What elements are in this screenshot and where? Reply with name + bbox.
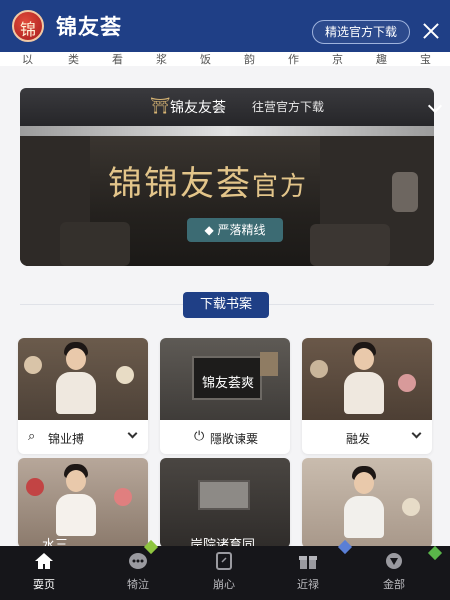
hero-header-bar[interactable]: ⛩ 锦友友荟 往营官方下载 [20, 88, 443, 126]
decor-dot [427, 545, 443, 561]
nav-item-more[interactable]: 金部 [364, 552, 424, 596]
hero-title: 锦锦友荟官方 [108, 164, 309, 204]
card-photo [302, 458, 432, 548]
chevron-down-icon[interactable] [427, 98, 443, 114]
section-download-button[interactable]: 下载书案 [183, 292, 269, 318]
hero-header-subtitle: 往营官方下载 [252, 100, 325, 114]
category-item[interactable]: 宝 [420, 52, 431, 66]
card-overlay-text: 锦友荟爽 [202, 376, 255, 391]
card-photo: 岸院诸育同 [160, 458, 290, 548]
card-photo: 水三 [18, 458, 148, 548]
nav-item-chat[interactable]: 犄泣 [108, 552, 168, 596]
card-caption[interactable]: ⏻ 隱敞谏粟 [160, 420, 290, 454]
category-item[interactable]: 以 [22, 52, 33, 66]
close-icon[interactable] [420, 20, 442, 42]
logo-icon: 锦 [12, 10, 44, 42]
category-item[interactable]: 浆 [156, 52, 167, 66]
top-app-bar: 锦 锦友荟 精选官方下载 [0, 0, 450, 52]
content-card[interactable]: ⌕ 锦业搏 [18, 338, 148, 454]
nav-item-home[interactable]: 耍页 [14, 552, 74, 596]
chevron-down-icon[interactable] [411, 428, 422, 439]
category-strip: 以 类 看 浆 饭 韵 作 京 趣 宝 [0, 52, 450, 66]
category-item[interactable]: 饭 [200, 52, 211, 66]
category-item[interactable]: 趣 [376, 52, 387, 66]
gift-icon [299, 556, 317, 569]
chat-icon [129, 553, 147, 569]
card-caption[interactable]: 融发 [302, 420, 432, 454]
card-photo: 锦友荟爽 [160, 338, 290, 420]
category-item[interactable]: 类 [68, 52, 79, 66]
content-card[interactable]: 岸院诸育同 [160, 458, 290, 548]
content-card[interactable]: 锦友荟爽 ⏻ 隱敞谏粟 [160, 338, 290, 454]
bottom-navigation: 耍页 犄泣 崩心 近禄 金部 [0, 539, 450, 600]
card-photo [18, 338, 148, 420]
nav-item-tablet[interactable]: 崩心 [194, 552, 254, 596]
content-card[interactable]: 水三 [18, 458, 148, 548]
category-item[interactable]: 京 [332, 52, 343, 66]
pavilion-icon: ⛩ [150, 96, 171, 115]
brand-name: 锦友荟 [56, 15, 122, 39]
content-card[interactable]: 融发 [302, 338, 432, 454]
category-item[interactable]: 韵 [244, 52, 255, 66]
wall-painting [198, 480, 250, 510]
hero-banner[interactable]: 锦锦友荟官方 ◆ 严落精线 [20, 136, 434, 266]
wall-frame [260, 352, 278, 376]
card-caption[interactable]: ⌕ 锦业搏 [18, 420, 148, 454]
content-card[interactable] [302, 458, 432, 548]
shield-icon [386, 553, 402, 569]
home-icon [35, 553, 53, 569]
search-icon: ⌕ [28, 429, 36, 444]
chevron-down-icon[interactable] [127, 428, 138, 439]
category-item[interactable]: 作 [288, 52, 299, 66]
category-item[interactable]: 看 [112, 52, 123, 66]
download-app-button[interactable]: 精选官方下载 [312, 20, 410, 44]
power-icon: ⏻ [194, 429, 205, 444]
nav-item-gift[interactable]: 近禄 [278, 552, 338, 596]
tablet-icon [216, 552, 232, 570]
card-photo [302, 338, 432, 420]
hero-header-title: 锦友友荟 [170, 100, 226, 116]
hero-divider [20, 126, 434, 136]
hero-tag[interactable]: ◆ 严落精线 [187, 218, 283, 242]
